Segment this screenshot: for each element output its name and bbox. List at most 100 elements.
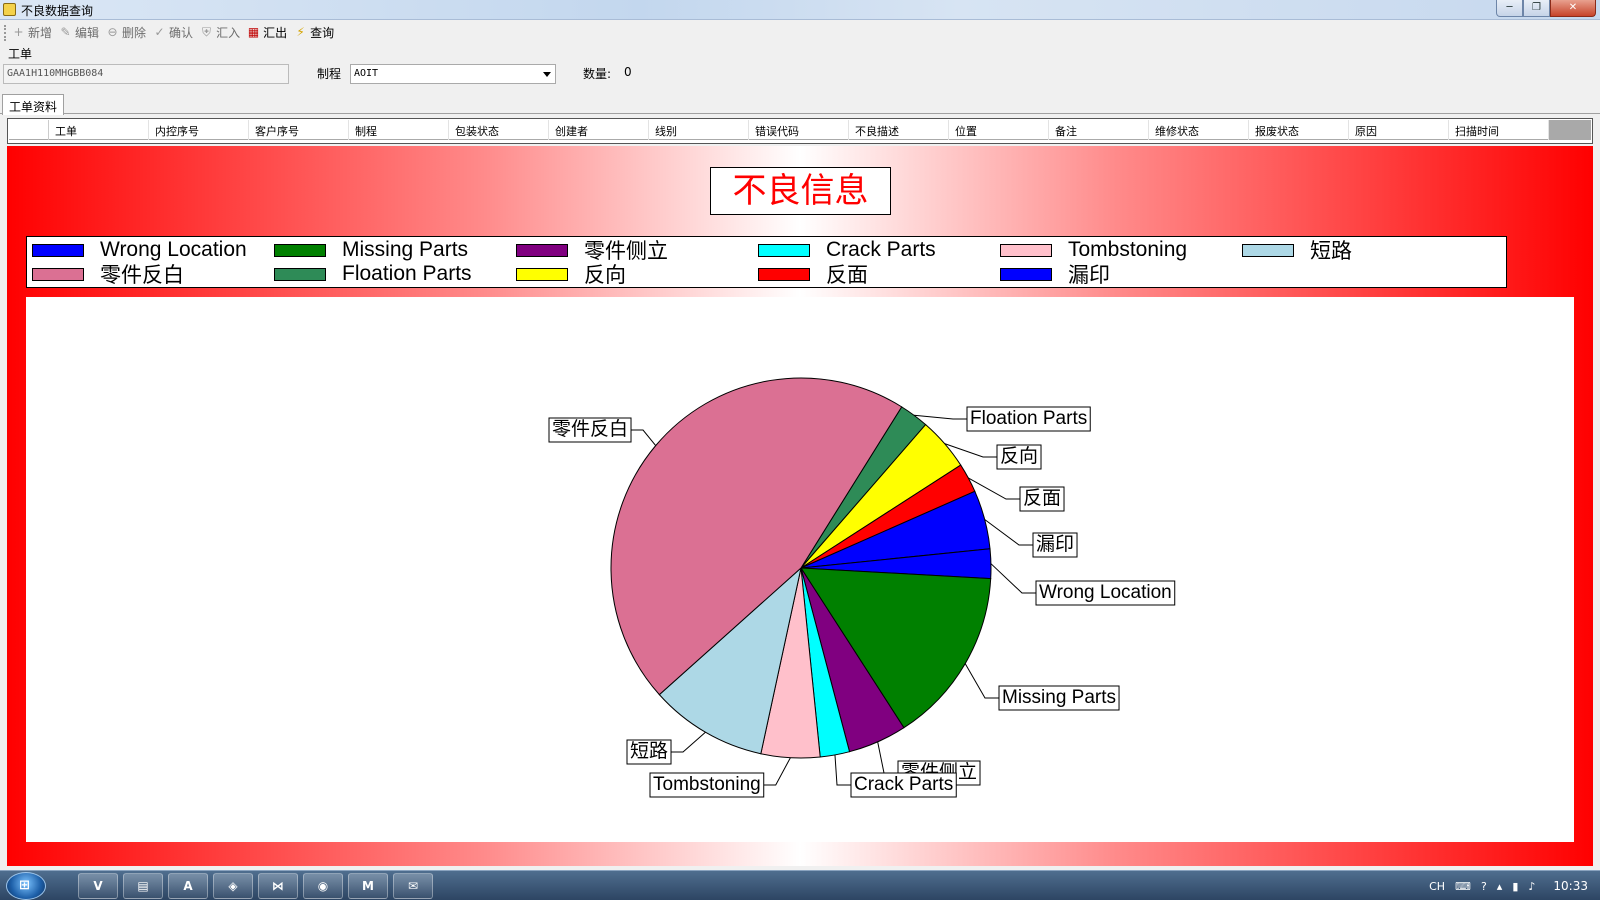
slice-label-text: Missing Parts bbox=[1002, 687, 1116, 708]
leader-line bbox=[671, 731, 706, 753]
slice-label: 漏印 bbox=[1032, 532, 1078, 558]
app-icon[interactable]: ◈ bbox=[213, 873, 253, 899]
keyboard-icon[interactable]: ⌨ bbox=[1455, 880, 1471, 893]
legend-swatch bbox=[1242, 243, 1294, 257]
add-icon: + bbox=[13, 25, 24, 39]
toolbar: + 新增 ✎ 编辑 ⊖ 删除 ✓ 确认 ⛨ 汇入 ▦ 汇出 ⚡ 查询 bbox=[0, 21, 1600, 44]
process-select[interactable]: AOIT bbox=[350, 64, 556, 84]
pie-chart: Floation Parts 反向反面漏印 Wrong Location Missin… bbox=[548, 377, 1176, 798]
delete-icon: ⊖ bbox=[107, 25, 118, 39]
slice-label: Floation Parts bbox=[966, 406, 1091, 432]
volume-icon[interactable]: ♪ bbox=[1528, 880, 1535, 893]
slice-label: Tombstoning bbox=[649, 772, 765, 798]
legend-label: Floation Parts bbox=[342, 262, 472, 285]
close-button[interactable]: ✕ bbox=[1550, 0, 1596, 17]
grid-column-header[interactable]: 扫描时间 bbox=[1449, 120, 1549, 140]
grid-column-header[interactable]: 位置 bbox=[949, 120, 1049, 140]
grid-column-header[interactable]: 备注 bbox=[1049, 120, 1149, 140]
export-button[interactable]: ▦ 汇出 bbox=[246, 23, 287, 43]
slice-label-text: 漏印 bbox=[1036, 533, 1074, 555]
minimize-button[interactable]: ─ bbox=[1496, 0, 1523, 17]
app-icon bbox=[3, 3, 16, 16]
legend-item: 漏印 bbox=[1000, 263, 1110, 287]
legend-item: Crack Parts bbox=[758, 238, 936, 261]
legend-item: 短路 bbox=[1242, 239, 1352, 263]
explorer-icon[interactable]: ▤ bbox=[123, 873, 163, 899]
toolbar-grip bbox=[4, 24, 7, 41]
legend-swatch bbox=[758, 267, 810, 281]
grid-column-header[interactable]: 错误代码 bbox=[749, 120, 849, 140]
start-button[interactable]: ⊞ bbox=[6, 872, 46, 900]
clock[interactable]: 10:33 bbox=[1553, 879, 1588, 893]
grid-column-header[interactable]: 不良描述 bbox=[849, 120, 949, 140]
language-indicator[interactable]: CH bbox=[1429, 880, 1445, 893]
slice-label: 零件反白 bbox=[548, 417, 632, 443]
vs-icon[interactable]: V bbox=[78, 873, 118, 899]
grid-column-header[interactable]: 维修状态 bbox=[1149, 120, 1249, 140]
m-icon[interactable]: M bbox=[348, 873, 388, 899]
legend-swatch bbox=[1000, 243, 1052, 257]
window-controls: ─ ❐ ✕ bbox=[1496, 0, 1596, 18]
leader-line bbox=[877, 741, 898, 774]
taskbar: ⊞ V ▤ A ◈ ⋈ ◉ M ✉ CH ⌨ ? ▴ ▮ ♪ 10:33 bbox=[0, 870, 1600, 900]
slice-label: 短路 bbox=[626, 739, 672, 765]
slice-label-text: 反向 bbox=[1000, 445, 1038, 467]
legend-label: 漏印 bbox=[1068, 264, 1110, 287]
leader-line bbox=[631, 429, 657, 446]
grid-column-header[interactable]: 包装状态 bbox=[449, 120, 549, 140]
maximize-button[interactable]: ❐ bbox=[1523, 0, 1550, 17]
leader-line bbox=[984, 519, 1033, 546]
legend-item: Wrong Location bbox=[32, 238, 247, 261]
network-icon[interactable]: ▮ bbox=[1512, 880, 1518, 893]
windows-icon: ⊞ bbox=[19, 878, 30, 893]
legend-item: Missing Parts bbox=[274, 238, 468, 261]
legend-swatch bbox=[32, 243, 84, 257]
confirm-button[interactable]: ✓ 确认 bbox=[152, 23, 194, 43]
leader-line bbox=[763, 757, 791, 786]
grid-column-header[interactable]: 工单 bbox=[49, 120, 149, 140]
tab-work-order-info[interactable]: 工单资料 bbox=[2, 94, 64, 115]
grid-column-header[interactable]: 创建者 bbox=[549, 120, 649, 140]
window-title: 不良数据查询 bbox=[21, 4, 94, 18]
query-label: 查询 bbox=[310, 26, 335, 40]
pdf-icon[interactable]: A bbox=[168, 873, 208, 899]
slice-label-text: Crack Parts bbox=[854, 774, 953, 795]
grid-column-header[interactable]: 线别 bbox=[649, 120, 749, 140]
help-icon[interactable]: ? bbox=[1481, 880, 1487, 893]
grid-filler bbox=[1549, 120, 1591, 140]
slice-label-text: Floation Parts bbox=[970, 408, 1087, 429]
visual-studio-icon[interactable]: ⋈ bbox=[258, 873, 298, 899]
add-button[interactable]: + 新增 bbox=[11, 23, 52, 43]
slice-label: 反向 bbox=[996, 444, 1042, 470]
edit-button[interactable]: ✎ 编辑 bbox=[58, 23, 99, 43]
slice-label: Wrong Location bbox=[1035, 580, 1176, 606]
slice-label-text: Tombstoning bbox=[653, 774, 761, 795]
legend-swatch bbox=[32, 267, 84, 281]
tray-expand-icon[interactable]: ▴ bbox=[1497, 880, 1503, 893]
legend-item: Floation Parts bbox=[274, 262, 472, 285]
data-grid[interactable]: 工单 内控序号 客户序号 制程 包装状态 创建者 线别 错误代码 不良描述 位置 备注 维修状态 报废状… bbox=[7, 118, 1593, 144]
process-label: 制程 bbox=[317, 67, 342, 81]
import-button[interactable]: ⛨ 汇入 bbox=[199, 23, 240, 43]
legend-swatch bbox=[516, 243, 568, 257]
grid-row-header[interactable] bbox=[9, 120, 49, 140]
delete-button[interactable]: ⊖ 删除 bbox=[105, 23, 147, 43]
grid-column-header[interactable]: 原因 bbox=[1349, 120, 1449, 140]
query-icon: ⚡ bbox=[296, 25, 305, 39]
work-order-input[interactable]: GAA1H110MHGBB084 bbox=[3, 64, 289, 84]
query-button[interactable]: ⚡ 查询 bbox=[293, 23, 334, 43]
chrome-icon[interactable]: ◉ bbox=[303, 873, 343, 899]
legend-label: 反面 bbox=[826, 264, 868, 287]
slice-label: 反面 bbox=[1019, 486, 1065, 512]
grid-column-header[interactable]: 客户序号 bbox=[249, 120, 349, 140]
wechat-icon[interactable]: ✉ bbox=[393, 873, 433, 899]
grid-column-header[interactable]: 制程 bbox=[349, 120, 449, 140]
chevron-down-icon[interactable] bbox=[543, 72, 551, 77]
grid-column-header[interactable]: 报废状态 bbox=[1249, 120, 1349, 140]
export-icon: ▦ bbox=[247, 25, 260, 39]
import-icon: ⛨ bbox=[202, 25, 212, 39]
wrench-icon: ✎ bbox=[60, 25, 71, 39]
grid-column-header[interactable]: 内控序号 bbox=[149, 120, 249, 140]
legend-item: Tombstoning bbox=[1000, 238, 1187, 261]
slice-label-text: Wrong Location bbox=[1039, 582, 1172, 603]
